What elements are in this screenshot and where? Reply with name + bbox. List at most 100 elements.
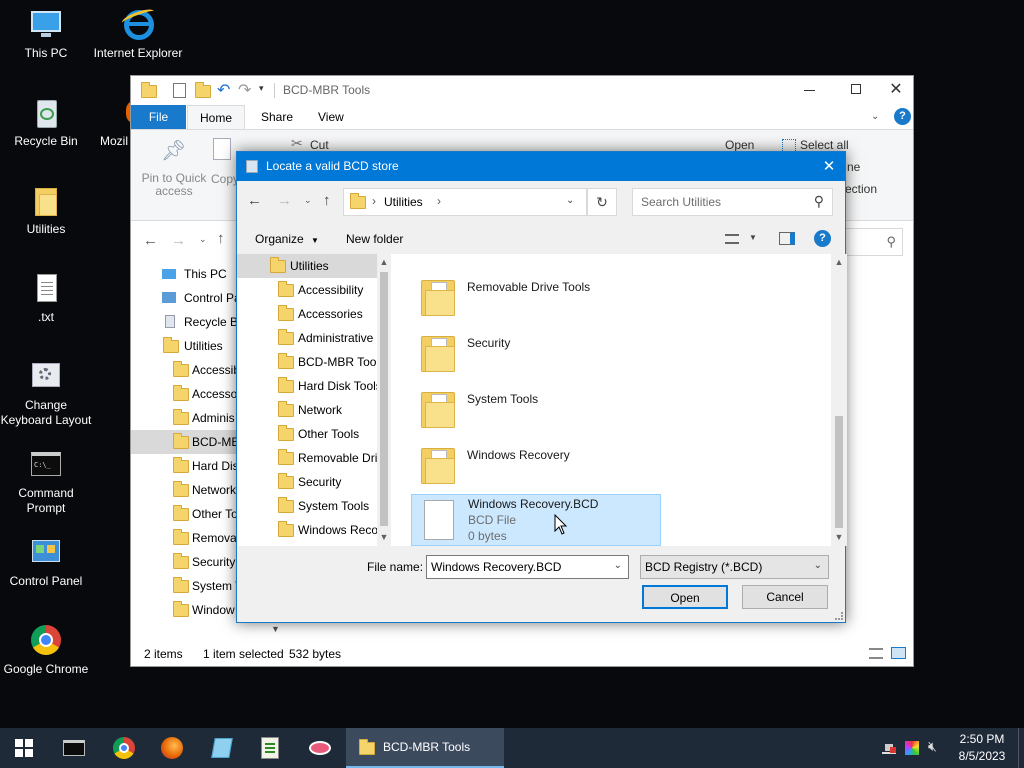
ribbon-collapse-icon[interactable]: ⌄ (871, 111, 879, 122)
cancel-button[interactable]: Cancel (742, 585, 828, 609)
explorer-title-bar[interactable]: ↶ ↷ ▾ BCD-MBR Tools ✕ (131, 76, 913, 104)
desktop-icon-change-keyboard-layout[interactable]: Change Keyboard Layout (0, 360, 92, 428)
breadcrumb[interactable]: Utilities (384, 195, 423, 209)
dialog-tree-item[interactable]: Windows Reco (237, 518, 377, 542)
taskbar-command-prompt-icon[interactable] (60, 734, 88, 762)
scroll-thumb[interactable] (835, 416, 843, 528)
tree-scroll-down-icon[interactable]: ▼ (271, 624, 280, 634)
maximize-button[interactable] (837, 76, 877, 104)
help-icon[interactable]: ? (814, 230, 831, 247)
properties-icon[interactable] (173, 83, 186, 98)
view-dropdown-icon[interactable]: ▼ (749, 233, 757, 242)
color-tray-icon[interactable] (905, 741, 919, 755)
desktop-icon-utilities[interactable]: Utilities (0, 184, 92, 237)
taskbar-chrome-icon[interactable] (110, 734, 138, 762)
scroll-down-icon[interactable]: ▼ (376, 532, 392, 542)
pin-to-quick-access-button[interactable]: Pin to Quick access (135, 172, 213, 198)
taskbar-app-icon[interactable] (208, 734, 236, 762)
scroll-up-icon[interactable]: ▲ (376, 257, 392, 267)
quick-access-dropdown-icon[interactable]: ▾ (259, 83, 264, 94)
file-item-folder[interactable]: System Tools (415, 366, 715, 428)
refresh-button[interactable]: ↻ (587, 188, 617, 216)
desktop-icon-recycle-bin[interactable]: Recycle Bin (0, 96, 92, 149)
organize-button[interactable]: Organize ▼ (255, 232, 319, 246)
tab-home[interactable]: Home (187, 105, 245, 129)
redo-icon[interactable]: ↷ (238, 80, 251, 100)
back-icon[interactable]: ← (143, 232, 158, 249)
minimize-button[interactable] (791, 76, 831, 104)
dialog-up-icon[interactable]: ↑ (323, 192, 331, 209)
dialog-tree-item[interactable]: BCD-MBR Tool (237, 350, 377, 374)
help-icon[interactable]: ? (894, 108, 911, 125)
select-all-button[interactable]: Select all (800, 138, 849, 152)
dialog-tree-item[interactable]: Hard Disk Tools (237, 374, 377, 398)
dialog-tree-item[interactable]: Removable Dri (237, 446, 377, 470)
file-item-folder[interactable]: Security (415, 310, 715, 372)
open-file-dialog[interactable]: Locate a valid BCD store ✕ ← → ⌄ ↑ › Uti… (236, 151, 847, 623)
open-button[interactable]: Open (642, 585, 728, 609)
close-button[interactable]: ✕ (877, 76, 915, 104)
dialog-search-input[interactable]: Search Utilities ⚲ (632, 188, 833, 216)
dialog-tree-item[interactable]: Accessories (237, 302, 377, 326)
desktop-icon-this-pc[interactable]: This PC (0, 8, 92, 61)
address-dropdown-icon[interactable]: ⌄ (566, 195, 574, 206)
forward-icon[interactable]: → (171, 232, 186, 249)
dialog-back-icon[interactable]: ← (247, 192, 262, 209)
scroll-up-icon[interactable]: ▲ (831, 257, 847, 267)
resize-grip-icon[interactable] (835, 612, 843, 620)
recent-dropdown-icon[interactable]: ⌄ (199, 234, 207, 245)
dialog-tree-item[interactable]: Network (237, 398, 377, 422)
file-item-selected[interactable]: Windows Recovery.BCD BCD File 0 bytes (411, 494, 661, 546)
copy-button[interactable]: Copy (211, 172, 239, 186)
tab-share[interactable]: Share (249, 105, 305, 129)
details-view-icon[interactable] (869, 648, 883, 659)
network-tray-icon[interactable] (882, 742, 896, 754)
desktop-icon-google-chrome[interactable]: Google Chrome (0, 624, 92, 677)
dialog-title-bar[interactable]: Locate a valid BCD store ✕ (237, 152, 845, 181)
dialog-tree-item[interactable]: Accessibility (237, 278, 377, 302)
dialog-forward-icon[interactable]: → (277, 192, 292, 209)
start-button[interactable] (0, 728, 48, 768)
desktop-icon-internet-explorer[interactable]: Internet Explorer (92, 6, 184, 61)
scroll-thumb[interactable] (380, 272, 388, 526)
dialog-close-button[interactable]: ✕ (813, 152, 845, 181)
new-folder-icon[interactable] (195, 82, 211, 98)
file-list-scrollbar[interactable]: ▲ ▼ (831, 254, 847, 546)
volume-muted-icon[interactable]: 🔇︎ (928, 738, 937, 755)
dialog-tree-item[interactable]: Security (237, 470, 377, 494)
dialog-tree-item[interactable]: Administrative (237, 326, 377, 350)
new-folder-button[interactable]: New folder (346, 232, 403, 246)
tab-view[interactable]: View (306, 105, 356, 129)
cut-button[interactable]: Cut (310, 138, 329, 152)
dialog-tree-item[interactable]: System Tools (237, 494, 377, 518)
large-icons-view-icon[interactable] (891, 647, 906, 659)
file-item-folder[interactable]: Windows Recovery (415, 422, 715, 484)
dialog-tree-item-utilities[interactable]: Utilities (237, 254, 377, 278)
open-button[interactable]: Open (725, 138, 754, 152)
show-desktop-button[interactable] (1018, 728, 1024, 768)
tree-scrollbar[interactable]: ▲ ▼ (377, 254, 391, 546)
view-options-icon[interactable] (725, 234, 739, 244)
chevron-down-icon[interactable]: ⌄ (614, 560, 622, 571)
dialog-recent-dropdown-icon[interactable]: ⌄ (304, 195, 312, 206)
desktop-icon-command-prompt[interactable]: C:\_ Command Prompt (0, 448, 92, 516)
recycle-bin-icon (165, 315, 175, 328)
up-icon[interactable]: ↑ (217, 230, 225, 247)
dialog-address-bar[interactable]: › Utilities › ⌄ (343, 188, 587, 216)
taskbar-tool-icon[interactable] (306, 734, 334, 762)
undo-icon[interactable]: ↶ (217, 80, 230, 100)
file-item-folder[interactable]: Removable Drive Tools (415, 254, 715, 316)
clock[interactable]: 2:50 PM 8/5/2023 (952, 731, 1012, 765)
folder-icon (173, 409, 189, 425)
taskbar-window-bcd-mbr-tools[interactable]: BCD-MBR Tools (346, 728, 504, 768)
file-name-input[interactable]: Windows Recovery.BCD ⌄ (426, 555, 629, 579)
tab-file[interactable]: File (131, 105, 186, 129)
file-type-select[interactable]: BCD Registry (*.BCD) ⌄ (640, 555, 829, 579)
scroll-down-icon[interactable]: ▼ (831, 532, 847, 542)
preview-pane-icon[interactable] (779, 232, 795, 245)
taskbar-firefox-icon[interactable] (158, 734, 186, 762)
desktop-icon-control-panel[interactable]: Control Panel (0, 536, 92, 589)
dialog-tree-item[interactable]: Other Tools (237, 422, 377, 446)
desktop-icon-txt[interactable]: .txt (0, 272, 92, 325)
taskbar-notepad-icon[interactable] (256, 734, 284, 762)
